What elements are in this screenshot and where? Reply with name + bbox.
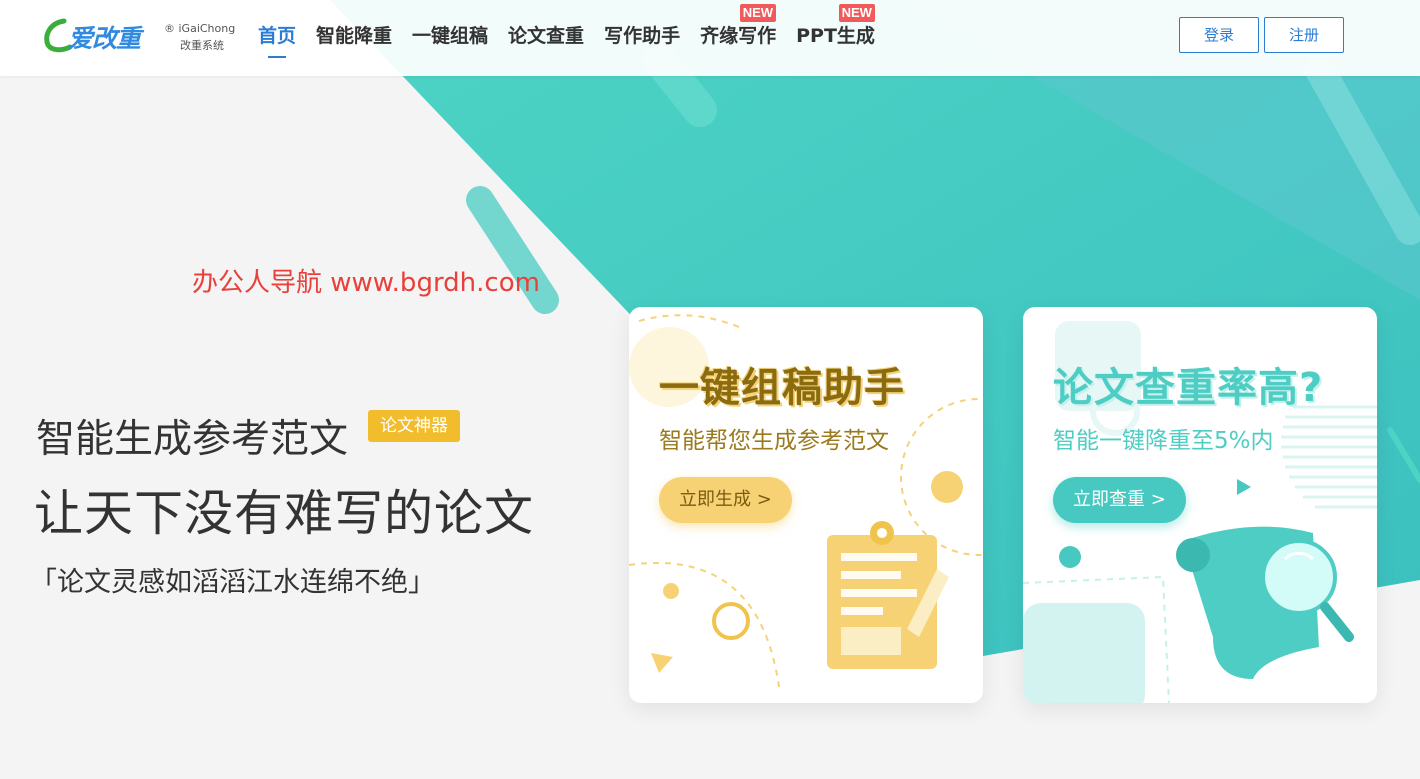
check-now-button[interactable]: 立即查重 > [1053,477,1186,523]
card-subtitle: 智能一键降重至5%内 [1053,428,1274,454]
nav-item-qiyuan-writing[interactable]: 齐缘写作 NEW [700,0,777,76]
top-header: 爱改重 ® iGaiChong 改重系统 首页 智能降重 一键组稿 论文查重 写… [0,0,1420,76]
hero-tag-badge: 论文神器 [368,410,460,442]
card-title: 一键组稿助手 [659,365,905,411]
generate-now-button[interactable]: 立即生成 > [659,477,792,523]
nav-item-smart-rewrite[interactable]: 智能降重 [316,0,392,76]
nav-item-home[interactable]: 首页 [258,0,296,76]
login-button[interactable]: 登录 [1179,17,1259,53]
main-nav: 首页 智能降重 一键组稿 论文查重 写作助手 齐缘写作 NEW PPT生成 NE… [258,0,895,76]
nav-label: 写作助手 [604,25,681,47]
nav-label: PPT生成 [796,25,875,47]
logo-text: 爱改重 [68,24,141,53]
card-title: 论文查重率高? [1053,365,1324,411]
new-badge: NEW [739,4,777,22]
nav-item-one-click-compose[interactable]: 一键组稿 [412,0,488,76]
card-subtitle: 智能帮您生成参考范文 [659,428,889,454]
watermark-text: 办公人导航 www.bgrdh.com [192,268,540,298]
plagiarism-check-card[interactable]: 论文查重率高? 智能一键降重至5%内 立即查重 > [1023,307,1377,703]
nav-label: 一键组稿 [412,25,489,47]
logo-brand-cn: 改重系统 [180,39,224,52]
site-logo[interactable]: 爱改重 ® iGaiChong 改重系统 [44,17,236,53]
hero-heading: 智能生成参考范文 [36,417,349,462]
logo-brand-en: ® iGaiChong [164,22,236,35]
nav-item-writing-assistant[interactable]: 写作助手 [604,0,680,76]
nav-label: 齐缘写作 [700,25,777,47]
register-button[interactable]: 注册 [1264,17,1344,53]
nav-item-ppt-generate[interactable]: PPT生成 NEW [796,0,875,76]
new-badge: NEW [838,4,875,22]
nav-label: 论文查重 [508,25,585,47]
hero-slogan: 让天下没有难写的论文 [34,485,535,542]
hero-tagline: 「论文灵感如滔滔江水连绵不绝」 [30,567,435,598]
nav-label: 首页 [258,25,297,47]
compose-assistant-card[interactable]: 一键组稿助手 智能帮您生成参考范文 立即生成 > [629,307,983,703]
nav-item-plagiarism-check[interactable]: 论文查重 [508,0,584,76]
nav-label: 智能降重 [316,25,393,47]
